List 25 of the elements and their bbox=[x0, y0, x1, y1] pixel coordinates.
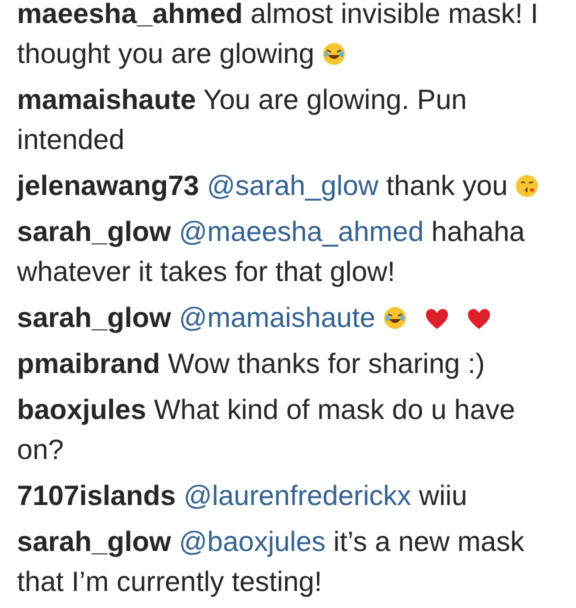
comment-text: baoxjules What kind of mask do u have on? bbox=[17, 394, 516, 465]
mention-link[interactable]: @baoxjules bbox=[178, 526, 326, 557]
comment-text: jelenawang73 @sarah_glow thank you bbox=[17, 170, 540, 201]
heart-icon bbox=[424, 308, 449, 330]
comment-text: pmaibrand Wow thanks for sharing :) bbox=[17, 348, 485, 379]
mention-link[interactable]: @mamaishaute bbox=[178, 302, 376, 333]
mention-link[interactable]: @maeesha_ahmed bbox=[178, 216, 424, 247]
comment-text: sarah_glow @baoxjules it’s a new mask that I’m currently testing! bbox=[17, 526, 524, 597]
username-link[interactable]: 7107islands bbox=[17, 480, 176, 511]
mention-link[interactable]: @laurenfrederickx bbox=[184, 480, 412, 511]
comment-text: sarah_glow @maeesha_ahmed hahaha whatever it takes for that glow! bbox=[17, 216, 525, 287]
mention-link[interactable]: @sarah_glow bbox=[206, 170, 378, 201]
username-link[interactable]: sarah_glow bbox=[17, 216, 172, 247]
username-link[interactable]: sarah_glow bbox=[17, 526, 172, 557]
laughing-emoji-icon bbox=[383, 306, 408, 330]
comment-text: 7107islands @laurenfrederickx wiiu bbox=[17, 480, 468, 511]
heart-icon bbox=[466, 308, 491, 330]
laughing-emoji-icon bbox=[322, 42, 346, 66]
username-link[interactable]: baoxjules bbox=[17, 394, 146, 425]
username-link[interactable]: maeesha_ahmed bbox=[17, 0, 243, 29]
username-link[interactable]: sarah_glow bbox=[17, 302, 172, 333]
username-link[interactable]: mamaishaute bbox=[17, 84, 196, 115]
kissing-emoji-icon bbox=[515, 174, 540, 198]
username-link[interactable]: pmaibrand bbox=[17, 348, 160, 379]
username-link[interactable]: jelenawang73 bbox=[17, 170, 200, 201]
